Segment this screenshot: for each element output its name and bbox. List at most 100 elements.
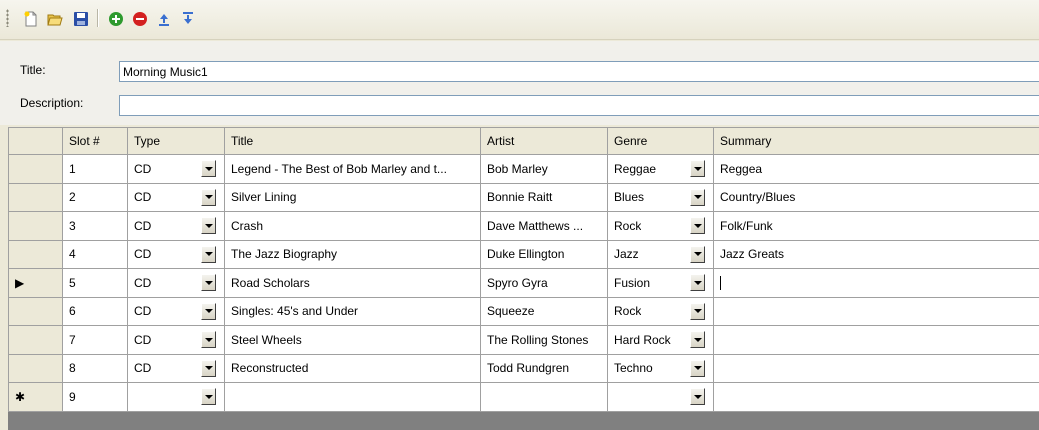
artist-cell[interactable]: Bob Marley [480,154,608,184]
genre-cell[interactable]: Rock [607,296,714,326]
type-dropdown-button[interactable] [201,388,216,406]
artist-cell[interactable] [480,382,608,412]
row-header[interactable] [8,239,63,269]
row-header[interactable] [8,353,63,383]
slot-cell[interactable]: 3 [62,211,128,241]
type-cell[interactable]: CD [127,353,225,383]
type-dropdown-button[interactable] [201,188,216,206]
genre-dropdown-button[interactable] [690,217,705,235]
genre-cell[interactable]: Reggae [607,154,714,184]
type-cell[interactable]: CD [127,154,225,184]
table-row[interactable]: ✱ 9 [8,382,1039,412]
column-header-artist[interactable]: Artist [480,127,608,155]
artist-cell[interactable]: Dave Matthews ... [480,211,608,241]
row-header[interactable] [8,182,63,212]
genre-cell[interactable] [607,382,714,412]
type-cell[interactable] [127,382,225,412]
summary-cell[interactable] [713,325,1039,355]
genre-dropdown-button[interactable] [690,245,705,263]
row-header[interactable] [8,325,63,355]
row-header[interactable] [8,296,63,326]
open-folder-icon[interactable] [44,8,66,30]
remove-icon[interactable] [129,8,151,30]
type-cell[interactable]: CD [127,239,225,269]
summary-cell[interactable]: Folk/Funk [713,211,1039,241]
summary-cell[interactable] [713,296,1039,326]
artist-cell[interactable]: Duke Ellington [480,239,608,269]
slot-cell[interactable]: 9 [62,382,128,412]
type-dropdown-button[interactable] [201,331,216,349]
type-dropdown-button[interactable] [201,302,216,320]
type-dropdown-button[interactable] [201,217,216,235]
type-dropdown-button[interactable] [201,359,216,377]
title-field[interactable] [119,61,1039,82]
genre-dropdown-button[interactable] [690,302,705,320]
row-header[interactable] [8,154,63,184]
genre-cell[interactable]: Hard Rock [607,325,714,355]
row-header-corner[interactable] [8,127,63,155]
summary-cell[interactable]: Reggea [713,154,1039,184]
table-row[interactable]: 8 CD Reconstructed Todd Rundgren Techno [8,353,1039,383]
new-file-icon[interactable] [20,8,42,30]
summary-cell[interactable]: Jazz Greats [713,239,1039,269]
summary-cell[interactable] [713,382,1039,412]
column-header-type[interactable]: Type [127,127,225,155]
table-row[interactable]: 6 CD Singles: 45's and Under Squeeze Rock [8,296,1039,326]
title-cell[interactable]: Silver Lining [224,182,481,212]
artist-cell[interactable]: Spyro Gyra [480,268,608,298]
title-cell[interactable]: Reconstructed [224,353,481,383]
toolbar-grip[interactable] [6,9,9,27]
title-cell[interactable]: The Jazz Biography [224,239,481,269]
table-row[interactable]: 1 CD Legend - The Best of Bob Marley and t… [8,154,1039,184]
genre-dropdown-button[interactable] [690,160,705,178]
row-header[interactable] [8,211,63,241]
slot-cell[interactable]: 6 [62,296,128,326]
slot-cell[interactable]: 8 [62,353,128,383]
description-field[interactable] [119,95,1039,116]
type-cell[interactable]: CD [127,268,225,298]
slot-cell[interactable]: 7 [62,325,128,355]
genre-cell[interactable]: Techno [607,353,714,383]
artist-cell[interactable]: Bonnie Raitt [480,182,608,212]
artist-cell[interactable]: Squeeze [480,296,608,326]
title-cell[interactable]: Road Scholars [224,268,481,298]
genre-dropdown-button[interactable] [690,188,705,206]
artist-cell[interactable]: The Rolling Stones [480,325,608,355]
slot-cell[interactable]: 5 [62,268,128,298]
title-cell[interactable]: Singles: 45's and Under [224,296,481,326]
genre-dropdown-button[interactable] [690,331,705,349]
table-row[interactable]: 3 CD Crash Dave Matthews ... Rock Folk/Funk [8,211,1039,241]
genre-cell[interactable]: Blues [607,182,714,212]
add-icon[interactable] [105,8,127,30]
title-cell[interactable]: Steel Wheels [224,325,481,355]
type-dropdown-button[interactable] [201,160,216,178]
row-header[interactable]: ✱ [8,382,63,412]
type-cell[interactable]: CD [127,211,225,241]
table-row[interactable]: 4 CD The Jazz Biography Duke Ellington Jazz J… [8,239,1039,269]
artist-cell[interactable]: Todd Rundgren [480,353,608,383]
type-cell[interactable]: CD [127,296,225,326]
table-row[interactable]: ▶ 5 CD Road Scholars Spyro Gyra Fusion [8,268,1039,298]
slot-cell[interactable]: 2 [62,182,128,212]
table-row[interactable]: 7 CD Steel Wheels The Rolling Stones Hard Ro… [8,325,1039,355]
genre-cell[interactable]: Jazz [607,239,714,269]
genre-cell[interactable]: Fusion [607,268,714,298]
slot-cell[interactable]: 4 [62,239,128,269]
title-cell[interactable] [224,382,481,412]
type-cell[interactable]: CD [127,325,225,355]
title-cell[interactable]: Crash [224,211,481,241]
column-header-genre[interactable]: Genre [607,127,714,155]
type-dropdown-button[interactable] [201,274,216,292]
save-icon[interactable] [70,8,92,30]
summary-cell[interactable] [713,353,1039,383]
column-header-slot[interactable]: Slot # [62,127,128,155]
column-header-summary[interactable]: Summary [713,127,1039,155]
column-header-title[interactable]: Title [224,127,481,155]
title-cell[interactable]: Legend - The Best of Bob Marley and t... [224,154,481,184]
slot-cell[interactable]: 1 [62,154,128,184]
move-up-icon[interactable] [153,8,175,30]
summary-cell[interactable]: Country/Blues [713,182,1039,212]
move-down-icon[interactable] [177,8,199,30]
genre-dropdown-button[interactable] [690,359,705,377]
type-cell[interactable]: CD [127,182,225,212]
